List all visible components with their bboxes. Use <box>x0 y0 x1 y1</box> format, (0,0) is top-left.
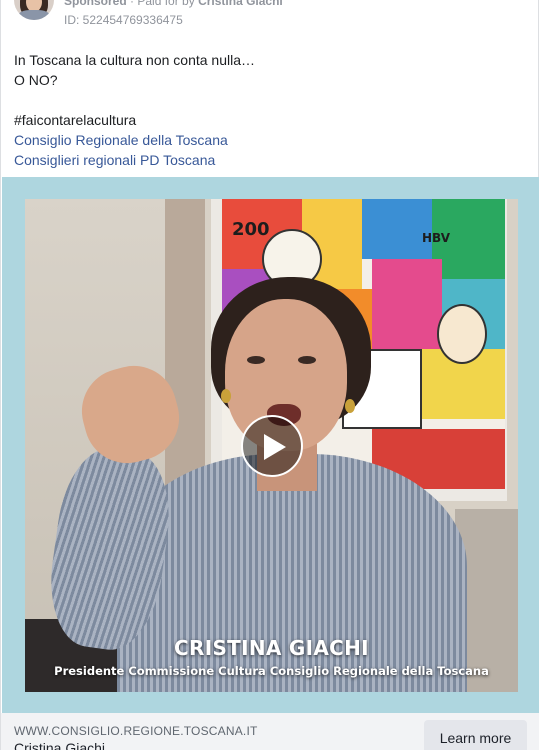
payer-name[interactable]: Cristina Giachi <box>198 0 283 8</box>
painting-text-1: 200 <box>232 219 270 240</box>
play-button[interactable] <box>241 415 303 477</box>
link-title[interactable]: Cristina Giachi <box>14 740 105 750</box>
sponsored-line: Sponsored · Paid for by Cristina Giachi <box>64 0 283 8</box>
person-earring <box>221 389 231 403</box>
link-consiglio-regionale[interactable]: Consiglio Regionale della Toscana <box>14 130 524 150</box>
link-domain: WWW.CONSIGLIO.REGIONE.TOSCANA.IT <box>14 724 258 738</box>
painting-face <box>437 304 487 364</box>
person-earring <box>345 399 355 413</box>
post-text-line-2: O NO? <box>14 72 58 88</box>
caption-subtitle: Presidente Commissione Cultura Consiglio… <box>54 664 489 678</box>
video-player[interactable]: 200 HBV CRISTINA GIACHI Presidente Commi… <box>25 199 518 692</box>
avatar-shirt <box>18 10 50 20</box>
link-consiglieri-pd[interactable]: Consiglieri regionali PD Toscana <box>14 150 524 170</box>
person-eye-left <box>247 356 265 364</box>
post-body: In Toscana la cultura non conta nulla… O… <box>14 50 524 170</box>
sponsored-label: Sponsored <box>64 0 127 8</box>
post-text-line-1: In Toscana la cultura non conta nulla… <box>14 52 256 68</box>
post-header: Sponsored · Paid for by Cristina Giachi … <box>1 0 539 40</box>
person-eye-right <box>298 356 316 364</box>
hashtag: #faicontarelacultura <box>14 112 137 128</box>
caption-name: CRISTINA GIACHI <box>174 636 369 660</box>
painting-block <box>362 199 432 259</box>
video-container: 200 HBV CRISTINA GIACHI Presidente Commi… <box>2 177 539 713</box>
paid-for-prefix: · Paid for by <box>130 0 195 8</box>
painting-block <box>372 259 442 349</box>
play-icon <box>264 434 286 460</box>
ad-card: Sponsored · Paid for by Cristina Giachi … <box>0 0 539 750</box>
link-preview-footer[interactable]: WWW.CONSIGLIO.REGIONE.TOSCANA.IT Cristin… <box>1 713 539 750</box>
learn-more-button[interactable]: Learn more <box>424 720 527 750</box>
ad-id: ID: 522454769336475 <box>64 13 183 27</box>
avatar[interactable] <box>14 0 54 20</box>
painting-text-2: HBV <box>422 231 450 245</box>
post-text-spacer <box>14 90 524 110</box>
more-options-button[interactable]: ··· <box>497 0 518 9</box>
